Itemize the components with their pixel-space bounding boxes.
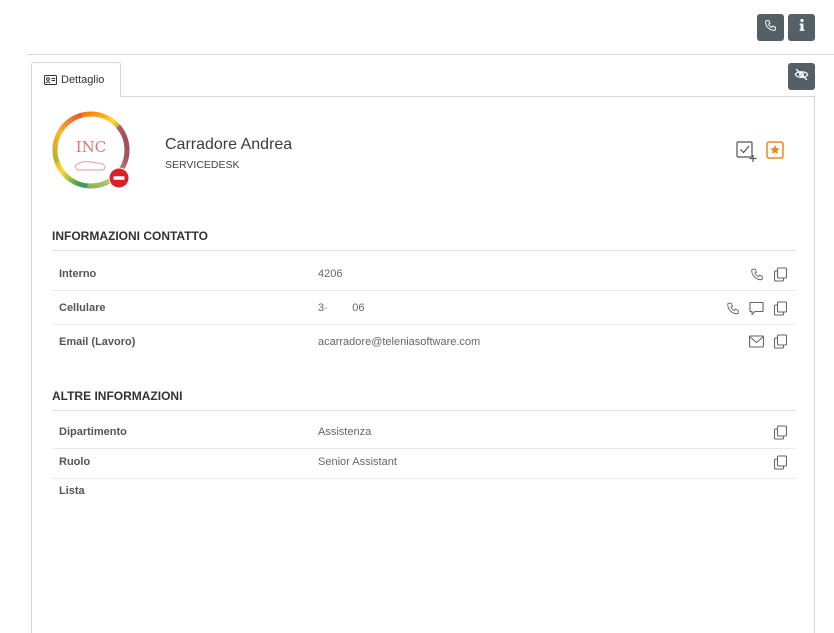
row-label: Lista bbox=[59, 484, 85, 497]
row-label: Ruolo bbox=[59, 456, 91, 468]
tab-label: Dettaglio bbox=[61, 74, 105, 86]
section-title-contact-info: INFORMAZIONI CONTATTO bbox=[52, 229, 208, 243]
contact-detail-panel: INC Carradore Andrea SERVICEDESK INFORMA… bbox=[31, 96, 815, 633]
detail-row-lista: Lista bbox=[52, 476, 796, 505]
phone-icon[interactable] bbox=[725, 301, 740, 316]
row-value: 4206 bbox=[318, 268, 343, 280]
section-divider bbox=[52, 410, 796, 411]
section-divider bbox=[52, 250, 796, 251]
detail-row-interno: Interno 4206 bbox=[52, 258, 796, 291]
row-label: Dipartimento bbox=[59, 426, 127, 438]
do-not-disturb-icon bbox=[108, 167, 130, 194]
envelope-icon[interactable] bbox=[749, 334, 764, 349]
copy-icon[interactable] bbox=[773, 425, 788, 440]
avatar: INC bbox=[51, 110, 135, 194]
toolbar-divider bbox=[27, 54, 834, 55]
contact-group: SERVICEDESK bbox=[165, 159, 240, 171]
detail-row-cellulare: Cellulare 3· 06 bbox=[52, 292, 796, 325]
call-button[interactable] bbox=[757, 14, 784, 41]
eye-off-icon bbox=[794, 68, 809, 86]
detail-row-dipartimento: Dipartimento Assistenza bbox=[52, 416, 796, 449]
tab-dettaglio[interactable]: Dettaglio bbox=[31, 62, 121, 97]
svg-text:INC: INC bbox=[76, 138, 107, 156]
row-value: 3· 06 bbox=[318, 302, 365, 314]
row-value: Assistenza bbox=[318, 426, 372, 438]
id-card-icon bbox=[44, 75, 57, 85]
contact-name: Carradore Andrea bbox=[165, 136, 293, 153]
copy-icon[interactable] bbox=[773, 267, 788, 282]
section-title-other-info: ALTRE INFORMAZIONI bbox=[52, 389, 183, 403]
info-icon bbox=[796, 18, 808, 37]
chat-icon[interactable] bbox=[749, 301, 764, 316]
detail-row-email: Email (Lavoro) acarradore@teleniasoftwar… bbox=[52, 325, 796, 358]
row-label: Cellulare bbox=[59, 302, 106, 314]
phone-icon bbox=[764, 19, 777, 37]
info-button[interactable] bbox=[788, 14, 815, 41]
star-badge-icon bbox=[766, 140, 784, 164]
copy-icon[interactable] bbox=[773, 455, 788, 470]
toggle-visibility-button[interactable] bbox=[788, 63, 815, 90]
row-label: Interno bbox=[59, 268, 97, 280]
row-value: Senior Assistant bbox=[318, 456, 397, 468]
phone-icon[interactable] bbox=[749, 267, 764, 282]
row-label: Email (Lavoro) bbox=[59, 335, 136, 348]
row-value: acarradore@teleniasoftware.com bbox=[318, 335, 481, 348]
checkbox-plus-icon bbox=[736, 140, 758, 168]
copy-icon[interactable] bbox=[773, 334, 788, 349]
favorite-button[interactable] bbox=[766, 140, 784, 164]
detail-row-ruolo: Ruolo Senior Assistant bbox=[52, 446, 796, 479]
add-task-button[interactable] bbox=[736, 140, 758, 168]
copy-icon[interactable] bbox=[773, 301, 788, 316]
